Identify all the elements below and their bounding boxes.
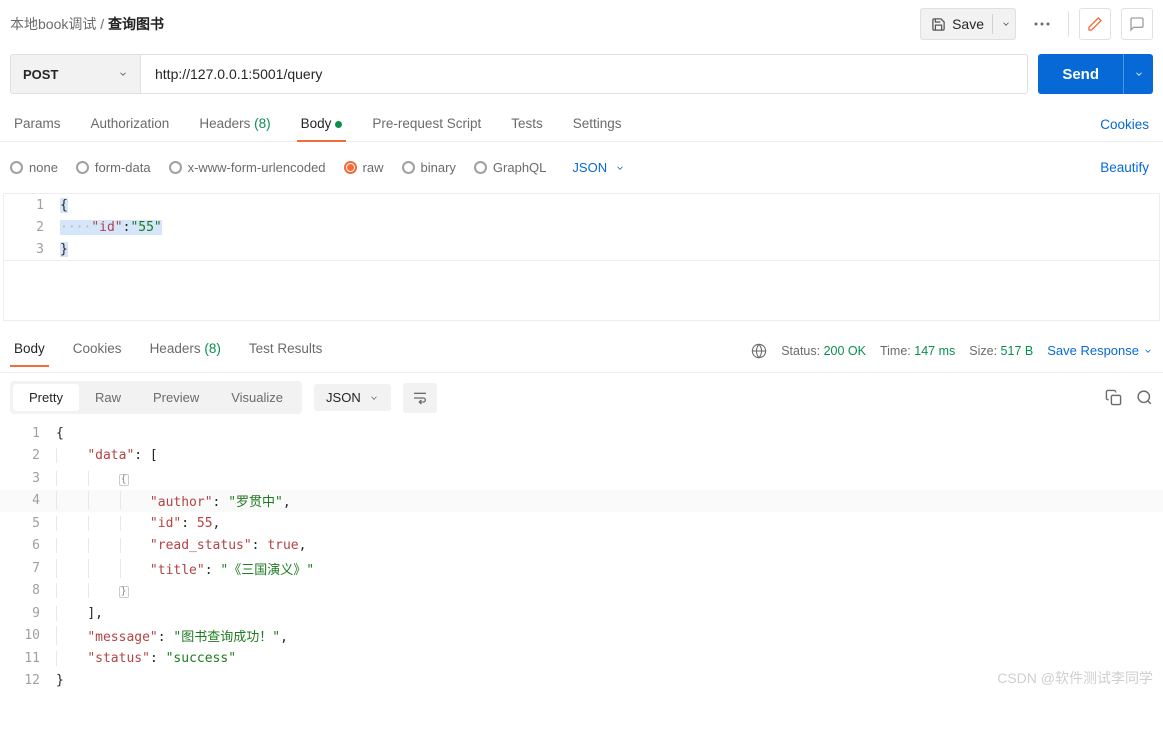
chevron-down-icon xyxy=(615,163,625,173)
copy-icon[interactable] xyxy=(1105,389,1122,406)
viewmode-pretty[interactable]: Pretty xyxy=(13,384,79,411)
radio-icon xyxy=(402,161,415,174)
breadcrumb-folder[interactable]: 本地book调试 xyxy=(10,16,96,32)
radio-icon xyxy=(474,161,487,174)
more-icon xyxy=(1034,22,1050,26)
viewmode-raw[interactable]: Raw xyxy=(79,384,137,411)
viewmode-visualize[interactable]: Visualize xyxy=(215,384,299,411)
url-input[interactable] xyxy=(140,54,1028,94)
save-label: Save xyxy=(952,16,984,32)
body-type-raw[interactable]: raw xyxy=(344,160,384,175)
viewmode-preview[interactable]: Preview xyxy=(137,384,215,411)
resp-tab-testresults[interactable]: Test Results xyxy=(245,335,327,366)
method-select[interactable]: POST xyxy=(10,54,140,94)
raw-format-select[interactable]: JSON xyxy=(564,156,633,179)
editor-padding xyxy=(3,261,1160,321)
send-dropdown[interactable] xyxy=(1123,54,1153,94)
request-body-editor[interactable]: 1{ 2····"id":"55" 3} xyxy=(3,193,1160,261)
save-icon xyxy=(931,17,946,32)
time-label: Time: 147 ms xyxy=(880,344,955,358)
chevron-down-icon xyxy=(1143,346,1153,356)
tab-tests[interactable]: Tests xyxy=(507,108,547,141)
resp-tab-body[interactable]: Body xyxy=(10,335,49,366)
resp-tab-cookies[interactable]: Cookies xyxy=(69,335,126,366)
tab-params[interactable]: Params xyxy=(10,108,65,141)
response-body-viewer[interactable]: 1{ 2 "data": [ 3 { 4 "author": "罗贯中", 5 … xyxy=(0,422,1163,692)
body-type-none[interactable]: none xyxy=(10,160,58,175)
body-type-formdata[interactable]: form-data xyxy=(76,160,151,175)
chevron-down-icon xyxy=(118,69,128,79)
body-type-graphql[interactable]: GraphQL xyxy=(474,160,546,175)
comment-icon xyxy=(1129,16,1145,32)
size-label: Size: 517 B xyxy=(969,344,1033,358)
body-type-binary[interactable]: binary xyxy=(402,160,456,175)
send-button[interactable]: Send xyxy=(1038,54,1153,94)
pencil-icon xyxy=(1087,16,1103,32)
viewmode-tabs: Pretty Raw Preview Visualize xyxy=(10,381,302,414)
edit-button[interactable] xyxy=(1079,8,1111,40)
radio-icon xyxy=(344,161,357,174)
fold-icon[interactable]: } xyxy=(119,586,129,598)
search-icon[interactable] xyxy=(1136,389,1153,406)
body-type-urlencoded[interactable]: x-www-form-urlencoded xyxy=(169,160,326,175)
tab-settings[interactable]: Settings xyxy=(569,108,626,141)
chevron-down-icon xyxy=(1134,69,1144,79)
status-label: Status: 200 OK xyxy=(781,344,866,358)
tab-headers[interactable]: Headers (8) xyxy=(195,108,274,141)
globe-icon[interactable] xyxy=(751,343,767,359)
dot-icon xyxy=(335,121,342,128)
save-response-button[interactable]: Save Response xyxy=(1047,343,1153,358)
wrap-lines-button[interactable] xyxy=(403,383,437,413)
chevron-down-icon xyxy=(369,393,379,403)
resp-tab-headers[interactable]: Headers (8) xyxy=(146,335,225,366)
chevron-down-icon[interactable] xyxy=(1001,19,1011,29)
send-label: Send xyxy=(1038,66,1123,83)
save-button[interactable]: Save xyxy=(920,8,1016,40)
response-format-select[interactable]: JSON xyxy=(314,384,391,411)
radio-icon xyxy=(10,161,23,174)
tab-body[interactable]: Body xyxy=(297,108,347,141)
beautify-link[interactable]: Beautify xyxy=(1096,152,1153,183)
tab-prerequest[interactable]: Pre-request Script xyxy=(368,108,485,141)
comment-button[interactable] xyxy=(1121,8,1153,40)
method-value: POST xyxy=(23,67,58,82)
breadcrumb: 本地book调试 / 查询图书 xyxy=(10,14,164,34)
radio-icon xyxy=(76,161,89,174)
wrap-icon xyxy=(412,391,428,405)
fold-icon[interactable]: { xyxy=(119,474,129,486)
cookies-link[interactable]: Cookies xyxy=(1096,109,1153,140)
more-button[interactable] xyxy=(1026,8,1058,40)
breadcrumb-current: 查询图书 xyxy=(108,16,164,32)
tab-authorization[interactable]: Authorization xyxy=(87,108,174,141)
radio-icon xyxy=(169,161,182,174)
